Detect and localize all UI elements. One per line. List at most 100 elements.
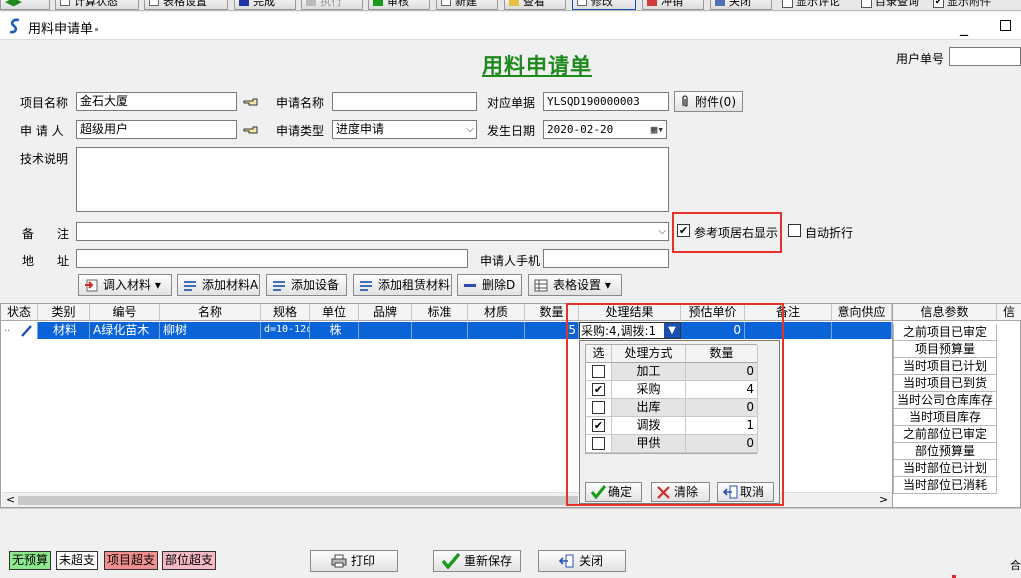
info-param-item: 当时部位已消耗 [893, 477, 997, 494]
popup-method-cell: 采购 [612, 381, 686, 399]
ref-doc-input[interactable]: YLSQD190000003 [543, 92, 669, 111]
address-input[interactable] [76, 249, 468, 268]
legend-item: 未超支 [56, 551, 99, 570]
remark-select[interactable]: ⌵ [76, 222, 669, 241]
apply-type-select[interactable]: 进度申请 ⌵ [332, 120, 477, 139]
close-button[interactable]: 关闭 [538, 550, 626, 572]
popup-qty-cell[interactable]: 0 [686, 435, 758, 453]
minimize-button[interactable]: _ [960, 17, 968, 36]
toolbar-new-button[interactable]: 新建 [436, 0, 498, 10]
calendar-icon[interactable]: ▦▾ [651, 121, 664, 138]
popup-row-checkbox[interactable]: ✔ [592, 383, 605, 396]
ref-right-checkbox[interactable]: ✔ [677, 224, 690, 237]
date-input[interactable]: 2020-02-20 ▦▾ [543, 120, 667, 139]
resave-button[interactable]: 重新保存 [433, 550, 521, 572]
column-header-spec[interactable]: 规格 [261, 304, 310, 321]
add-equipment-button[interactable]: 添加设备 [266, 274, 347, 296]
column-header-name[interactable]: 名称 [160, 304, 261, 321]
popup-select-cell[interactable]: ✔ [586, 417, 612, 435]
phone-input[interactable] [543, 249, 669, 268]
row-category-cell[interactable]: 材料 [38, 322, 90, 339]
popup-row-checkbox[interactable] [592, 437, 605, 450]
apply-name-input[interactable] [332, 92, 477, 111]
toolbar-execute-button[interactable]: 执行 [301, 0, 363, 10]
toolbar-edit-button[interactable]: 修改 [572, 0, 636, 10]
applicant-input[interactable]: 超级用户 [76, 120, 237, 139]
delete-button[interactable]: 删除D [457, 274, 522, 296]
user-no-input[interactable] [949, 47, 1021, 66]
column-header-category[interactable]: 类别 [38, 304, 90, 321]
column-header-material[interactable]: 材质 [468, 304, 525, 321]
popup-row-2[interactable]: 出库 0 [586, 399, 758, 417]
add-rental-material-button[interactable]: 添加租赁材料 [353, 274, 452, 296]
row-unit-cell[interactable]: 株 [310, 322, 359, 339]
popup-row-checkbox[interactable] [592, 365, 605, 378]
column-header-supplier[interactable]: 意向供应 [832, 304, 892, 321]
column-header-unit[interactable]: 单位 [310, 304, 359, 321]
popup-row-checkbox[interactable] [592, 401, 605, 414]
toolbar-table-settings-button[interactable]: 表格设置 [144, 0, 228, 10]
popup-qty-cell[interactable]: 1 [686, 417, 758, 435]
maximize-button[interactable] [1000, 20, 1011, 31]
auto-wrap-checkbox[interactable] [788, 224, 801, 237]
column-header-code[interactable]: 编号 [90, 304, 160, 321]
row-material-cell[interactable] [468, 322, 525, 339]
form-area: 用料申请单 用户单号 项目名称 金石大厦 申请名称 对应单据 YLSQD1900… [0, 41, 1021, 301]
scroll-left-icon[interactable]: < [6, 493, 15, 506]
pick-hand-icon[interactable] [243, 96, 261, 108]
toolbar-close-button[interactable]: 关闭 [710, 0, 772, 10]
popup-select-cell[interactable] [586, 363, 612, 381]
checkbox[interactable] [861, 0, 872, 8]
row-code-cell[interactable]: A绿化苗木 [90, 322, 160, 339]
toolbar-complete-button[interactable]: 完成 [234, 0, 296, 10]
popup-row-3[interactable]: ✔ 调拨 1 [586, 417, 758, 435]
popup-select-cell[interactable] [586, 399, 612, 417]
popup-select-cell[interactable]: ✔ [586, 381, 612, 399]
popup-row-4[interactable]: 甲供 0 [586, 435, 758, 453]
popup-row-0[interactable]: 加工 0 [586, 363, 758, 381]
pick-hand-icon[interactable] [243, 124, 261, 136]
cancel-button[interactable]: 取消 [717, 482, 774, 502]
column-header-brand[interactable]: 品牌 [359, 304, 412, 321]
add-material-button[interactable]: 添加材料A [177, 274, 260, 296]
toolbar-view-button[interactable]: 查看 [504, 0, 566, 10]
toolbar-check-catalog[interactable]: 目录查询 [861, 0, 919, 9]
print-button[interactable]: 打印 [310, 550, 398, 572]
toolbar-check-comments[interactable]: 显示评论 [782, 0, 840, 9]
row-standard-cell[interactable] [412, 322, 468, 339]
info-header-2: 信 [997, 304, 1021, 321]
toolbar-reverse-button[interactable]: 冲销 [642, 0, 704, 10]
column-header-standard[interactable]: 标准 [412, 304, 468, 321]
ref-right-label: 参考项居右显示 [694, 226, 779, 240]
popup-select-cell[interactable] [586, 435, 612, 453]
popup-qty-cell[interactable]: 0 [686, 363, 758, 381]
scroll-right-icon[interactable]: > [879, 493, 888, 506]
toolbar-calc-status-button[interactable]: 计算状态 [55, 0, 139, 10]
row-name-cell[interactable]: 柳树 [160, 322, 261, 339]
row-status-cell[interactable]: ·· [1, 322, 38, 339]
toolbar-check-attachments[interactable]: ✔ 显示附件 [933, 0, 991, 9]
table-settings-button[interactable]: 表格设置 ▾ [528, 274, 622, 296]
scrollbar-thumb[interactable] [18, 496, 578, 505]
clear-button[interactable]: 清除 [651, 482, 710, 502]
popup-row-1[interactable]: ✔ 采购 4 [586, 381, 758, 399]
tech-textarea[interactable] [76, 147, 669, 212]
row-supplier-cell[interactable] [832, 322, 892, 339]
chevron-down-icon[interactable]: ⌵ [466, 121, 474, 138]
column-header-status[interactable]: 状态 [1, 304, 38, 321]
confirm-button[interactable]: 确定 [585, 482, 642, 502]
row-spec-cell[interactable]: d=10-12c [261, 322, 310, 339]
attachment-button[interactable]: 附件(0) [674, 91, 743, 112]
popup-qty-cell[interactable]: 4 [686, 381, 758, 399]
popup-row-checkbox[interactable]: ✔ [592, 419, 605, 432]
project-input[interactable]: 金石大厦 [76, 92, 237, 111]
row-brand-cell[interactable] [359, 322, 412, 339]
toolbar-back-button[interactable]: ◀▶ [0, 0, 50, 10]
popup-qty-cell[interactable]: 0 [686, 399, 758, 417]
toolbar-audit-button[interactable]: 审核 [368, 0, 430, 10]
info-params-panel: 信息参数 信 之前项目已审定 项目预算量 当时项目已计划 当时项目已到货 当时公司仓库库… [893, 303, 1021, 508]
checkbox[interactable] [782, 0, 793, 8]
checkbox[interactable]: ✔ [933, 0, 944, 8]
import-material-button[interactable]: 调入材料 ▾ [78, 274, 172, 296]
chevron-down-icon[interactable]: ⌵ [658, 223, 666, 240]
